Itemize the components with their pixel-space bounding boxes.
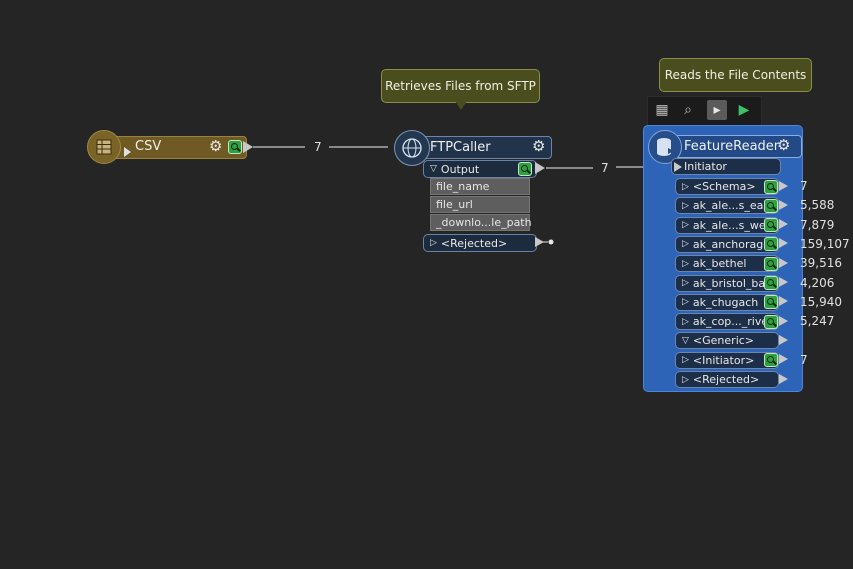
port-output-arrow-icon[interactable] [779, 373, 788, 384]
run-to-this-icon[interactable]: ▸ [707, 100, 727, 120]
port-label: ak_chugach [692, 295, 759, 309]
port-inspect-icon[interactable] [764, 237, 778, 252]
csv-icon-circle[interactable] [87, 130, 121, 164]
port-feature-count: 159,107 [800, 236, 850, 251]
ftpcaller-attribute[interactable]: _downlo...le_path [430, 214, 532, 231]
port-feature-count: 39,516 [800, 256, 842, 271]
ftpcaller-gear-icon[interactable]: ⚙ [532, 139, 545, 154]
port-feature-count: 7 [800, 179, 808, 193]
featurereader-gear-icon[interactable]: ⚙ [777, 138, 790, 153]
port-label: ak_ale...s_east [692, 199, 774, 213]
table-icon [96, 139, 112, 155]
port-inspect-icon[interactable] [764, 218, 778, 233]
expand-triangle-icon[interactable]: ▷ [682, 220, 689, 230]
port-output-arrow-icon[interactable] [779, 315, 788, 326]
port-feature-count: 5,588 [800, 198, 835, 213]
connection-count-1: 7 [314, 140, 322, 154]
expand-triangle-icon[interactable]: ▷ [682, 259, 689, 269]
collapse-triangle-icon[interactable]: ▽ [430, 164, 437, 174]
expand-triangle-icon[interactable]: ▷ [682, 201, 689, 211]
network-globe-icon [402, 138, 422, 158]
port-label: ak_bethel [692, 257, 747, 271]
annotation-reader[interactable]: Reads the File Contents [659, 58, 812, 92]
port-inspect-icon[interactable] [764, 314, 778, 329]
ftpcaller-output-inspect-icon[interactable] [518, 162, 532, 176]
port-label: ak_cop..._river [692, 315, 773, 329]
port-label: ak_bristol_bay [692, 276, 772, 290]
run-from-this-icon[interactable]: ▶ [734, 100, 754, 120]
csv-inspect-icon[interactable] [228, 140, 242, 154]
port-label: <Generic> [692, 334, 755, 348]
ftpcaller-rejected-label: <Rejected> [440, 236, 508, 250]
annotation-sftp-text: Retrieves Files from SFTP [385, 79, 536, 93]
port-inspect-icon[interactable] [764, 276, 778, 290]
port-inspect-icon[interactable] [764, 353, 778, 368]
port-label: ak_anchorage [692, 237, 771, 251]
port-output-arrow-icon[interactable] [779, 219, 788, 230]
input-arrow-icon[interactable] [674, 161, 682, 172]
annotation-reader-text: Reads the File Contents [664, 68, 807, 82]
ftpcaller-attribute[interactable]: file_name [430, 178, 530, 195]
expand-triangle-icon[interactable]: ▷ [682, 355, 689, 365]
ftpcaller-attribute[interactable]: file_url [430, 196, 530, 213]
port-label: <Rejected> [692, 373, 760, 386]
csv-output-arrow-icon[interactable] [243, 141, 253, 153]
port-inspect-icon[interactable] [764, 295, 778, 310]
annotation-sftp[interactable]: Retrieves Files from SFTP [381, 69, 540, 103]
collapse-triangle-icon[interactable]: ▽ [682, 336, 689, 346]
port-label: <Initiator> [692, 353, 755, 367]
port-label: <Schema> [692, 180, 756, 193]
port-inspect-icon[interactable] [764, 198, 778, 213]
csv-node[interactable] [112, 136, 247, 159]
featurereader-input-label: Initiator [684, 160, 727, 173]
port-inspect-icon[interactable] [764, 179, 778, 194]
expand-triangle-icon[interactable]: ▷ [682, 317, 689, 327]
featurereader-input-port[interactable]: Initiator [671, 158, 781, 175]
port-inspect-icon[interactable] [764, 256, 778, 271]
featurereader-node-title: FeatureReader [684, 139, 780, 154]
port-output-arrow-icon[interactable] [779, 354, 788, 365]
port-feature-count: 7 [800, 352, 808, 367]
ftpcaller-rejected-arrow-icon[interactable] [535, 237, 544, 247]
port-output-arrow-icon[interactable] [779, 257, 788, 268]
port-feature-count: 5,247 [800, 314, 835, 329]
csv-gear-icon[interactable]: ⚙ [209, 139, 222, 154]
port-feature-count: 4,206 [800, 275, 835, 290]
transformer-toolbar: ▦ ⌕ ▸ ▶ [647, 96, 762, 126]
csv-node-title: CSV [135, 139, 162, 154]
ftpcaller-rejected-port[interactable]: ▷ <Rejected> [423, 234, 537, 252]
workspace-icon[interactable]: ▦ [652, 100, 672, 120]
featurereader-output-port[interactable]: ▽ <Generic> [675, 332, 779, 350]
connection-count-2: 7 [601, 161, 609, 175]
expand-triangle-icon[interactable]: ▷ [682, 297, 689, 307]
port-output-arrow-icon[interactable] [779, 334, 788, 345]
search-feature-icon[interactable]: ⌕ [678, 100, 698, 120]
expand-triangle-icon[interactable]: ▷ [682, 278, 689, 288]
port-feature-count: 15,940 [800, 294, 842, 309]
port-output-arrow-icon[interactable] [779, 277, 788, 287]
featurereader-output-port[interactable]: ▷ <Rejected> [675, 371, 779, 388]
port-output-arrow-icon[interactable] [779, 296, 788, 307]
ftpcaller-output-arrow-icon[interactable] [535, 162, 545, 174]
annotation-sftp-tail [455, 101, 467, 110]
ftpcaller-node-title: FTPCaller [430, 140, 491, 155]
port-feature-count: 7,879 [800, 217, 835, 232]
expand-triangle-icon[interactable] [124, 147, 131, 157]
port-output-arrow-icon[interactable] [779, 199, 788, 210]
ftpcaller-output-label: Output [440, 162, 480, 176]
port-output-arrow-icon[interactable] [779, 180, 788, 191]
ftp-rejected-dot [548, 239, 554, 245]
expand-triangle-icon[interactable]: ▷ [682, 239, 689, 249]
expand-triangle-icon[interactable]: ▷ [430, 238, 437, 248]
expand-triangle-icon[interactable]: ▷ [682, 182, 689, 192]
expand-triangle-icon[interactable]: ▷ [682, 375, 689, 385]
port-output-arrow-icon[interactable] [779, 238, 788, 249]
